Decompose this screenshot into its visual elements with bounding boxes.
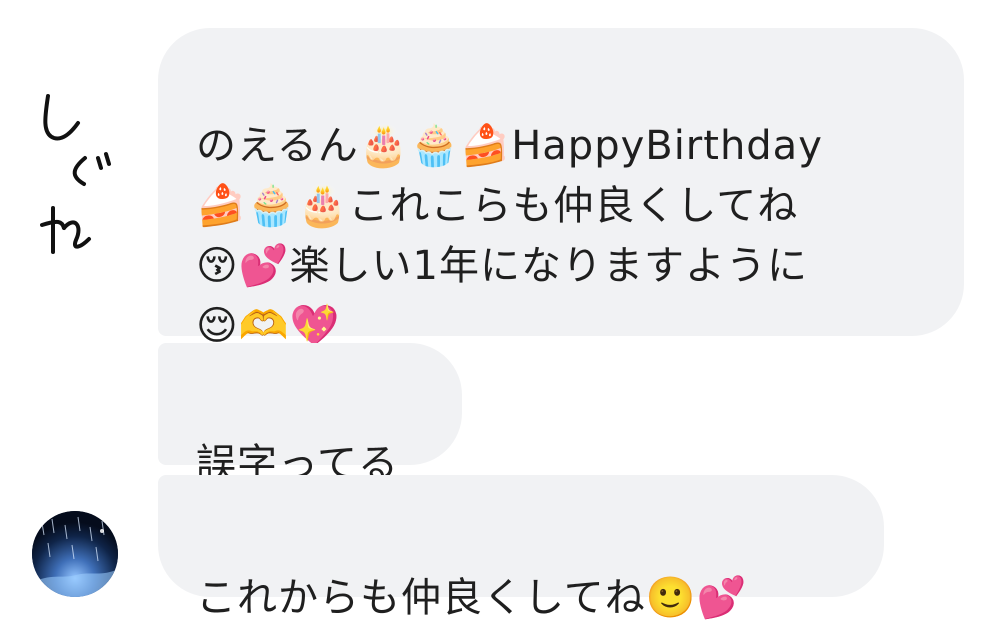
message-text: のえるん🎂🧁🍰HappyBirthday 🍰🧁🎂これこらも仲良くしてね 😚💕楽し…	[196, 123, 823, 349]
message-bubble-3[interactable]: これからも仲良くしてね🙂💕	[158, 475, 884, 621]
message-bubble-2[interactable]: 誤字ってる	[158, 343, 462, 487]
handwritten-signature	[40, 94, 111, 254]
avatar[interactable]	[32, 511, 118, 597]
message-text: これからも仲良くしてね🙂💕	[196, 575, 748, 621]
avatar-image-icon	[32, 511, 118, 597]
message-bubble-1[interactable]: のえるん🎂🧁🍰HappyBirthday 🍰🧁🎂これこらも仲良くしてね 😚💕楽し…	[158, 28, 964, 349]
